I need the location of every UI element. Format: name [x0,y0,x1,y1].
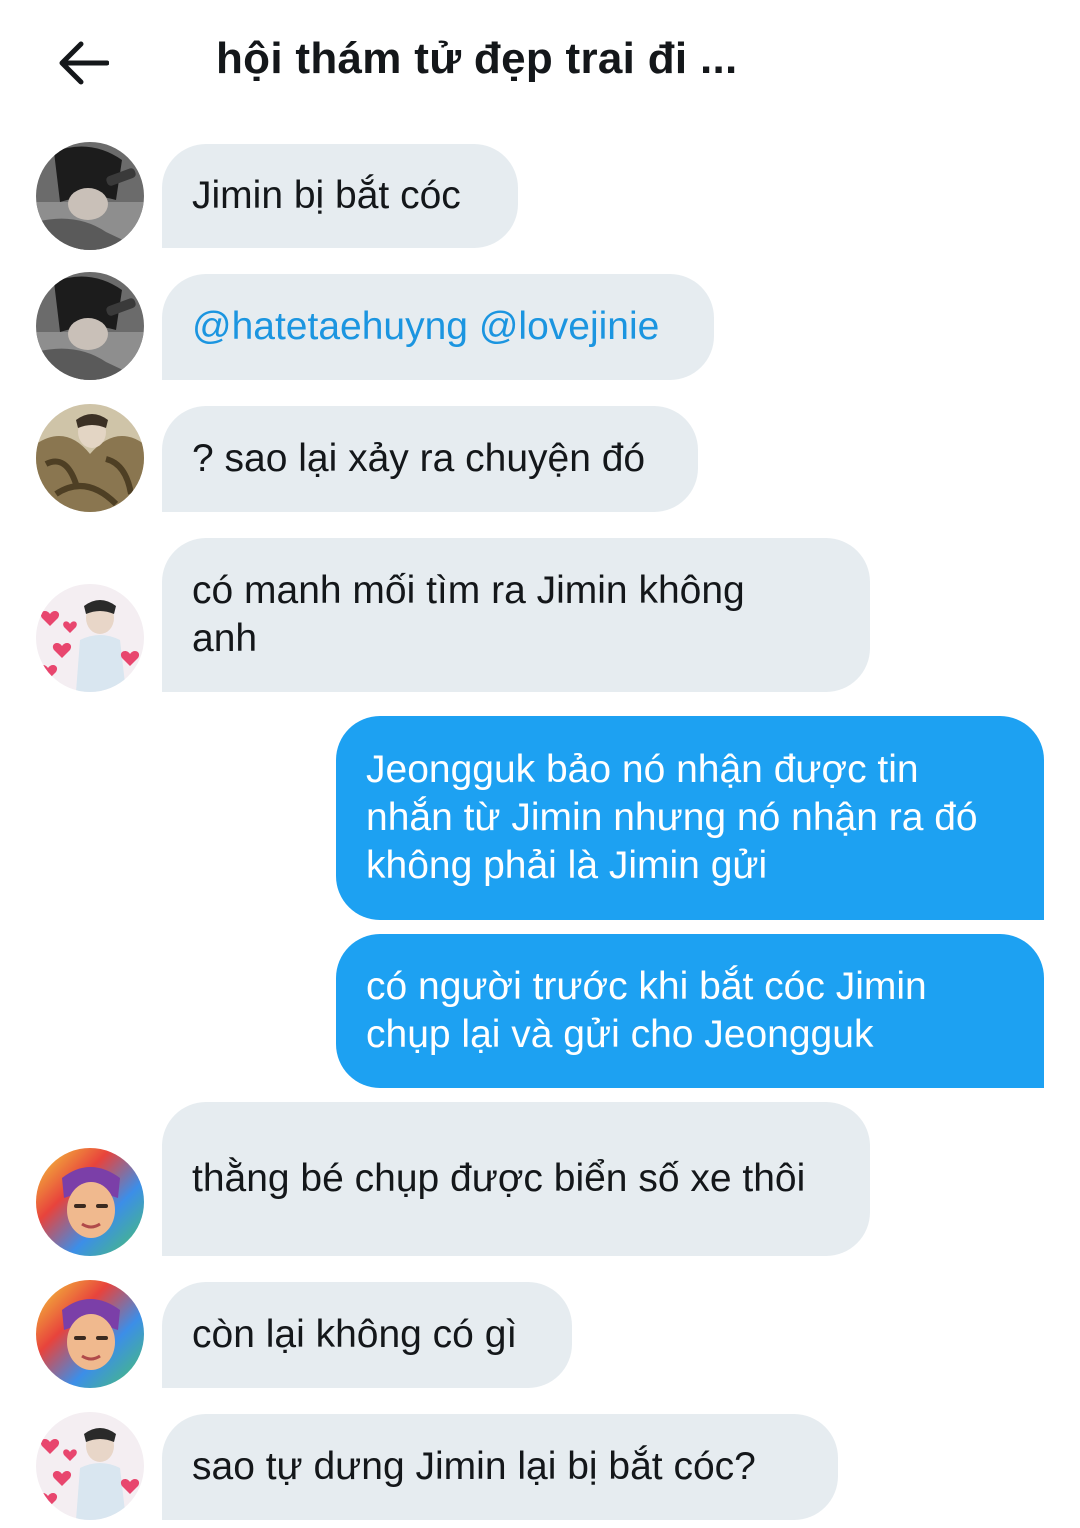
message-bubble-sent[interactable]: có người trước khi bắt cóc Jimin chụp lạ… [336,934,1044,1088]
avatar[interactable] [36,1148,144,1256]
message-bubble[interactable]: có manh mối tìm ra Jimin không anh [162,538,870,692]
avatar-fur-coat-image [36,404,144,512]
message-text: sao tự dưng Jimin lại bị bắt cóc? [192,1445,756,1488]
avatar[interactable] [36,584,144,692]
avatar[interactable] [36,272,144,380]
mention-link[interactable]: @hatetaehuyng [192,305,468,348]
message-bubble-sent[interactable]: Jeongguk bảo nó nhận được tin nhắn từ Ji… [336,716,1044,920]
message-bubble[interactable]: Jimin bị bắt cóc [162,144,518,248]
avatar[interactable] [36,1280,144,1388]
message-bubble[interactable]: @hatetaehuyng @lovejinie [162,274,714,380]
message-text: còn lại không có gì [192,1313,518,1356]
avatar[interactable] [36,142,144,250]
conversation-header: hội thám tử đẹp trai đi ... [0,0,1080,124]
message-bubble[interactable]: sao tự dưng Jimin lại bị bắt cóc? [162,1414,838,1520]
message-text: ? sao lại xảy ra chuyện đó [192,437,646,480]
conversation-title[interactable]: hội thám tử đẹp trai đi ... [216,34,738,84]
arrow-left-icon [59,41,109,85]
message-bubble[interactable]: thằng bé chụp được biển số xe thôi [162,1102,870,1256]
message-bubble[interactable]: ? sao lại xảy ra chuyện đó [162,406,698,512]
avatar-hearts-image [36,584,144,692]
back-button[interactable] [50,30,116,96]
message-text: Jeongguk bảo nó nhận được tin nhắn từ Ji… [366,748,978,887]
avatar-dark-hair-image [36,142,144,250]
avatar[interactable] [36,404,144,512]
message-text: có manh mối tìm ra Jimin không anh [192,569,745,660]
message-text: @hatetaehuyng @lovejinie [192,303,659,351]
message-bubble[interactable]: còn lại không có gì [162,1282,572,1388]
avatar-hearts-image [36,1412,144,1520]
mention-link[interactable]: @lovejinie [479,305,660,348]
message-text: có người trước khi bắt cóc Jimin chụp lạ… [366,965,927,1056]
avatar-rainbow-image [36,1148,144,1256]
avatar-dark-hair-image [36,272,144,380]
avatar-rainbow-image [36,1280,144,1388]
message-text: thằng bé chụp được biển số xe thôi [192,1157,806,1200]
conversation-screen: hội thám tử đẹp trai đi ... Jimin bị bắt… [0,0,1080,1528]
message-text: Jimin bị bắt cóc [192,174,461,217]
avatar[interactable] [36,1412,144,1520]
